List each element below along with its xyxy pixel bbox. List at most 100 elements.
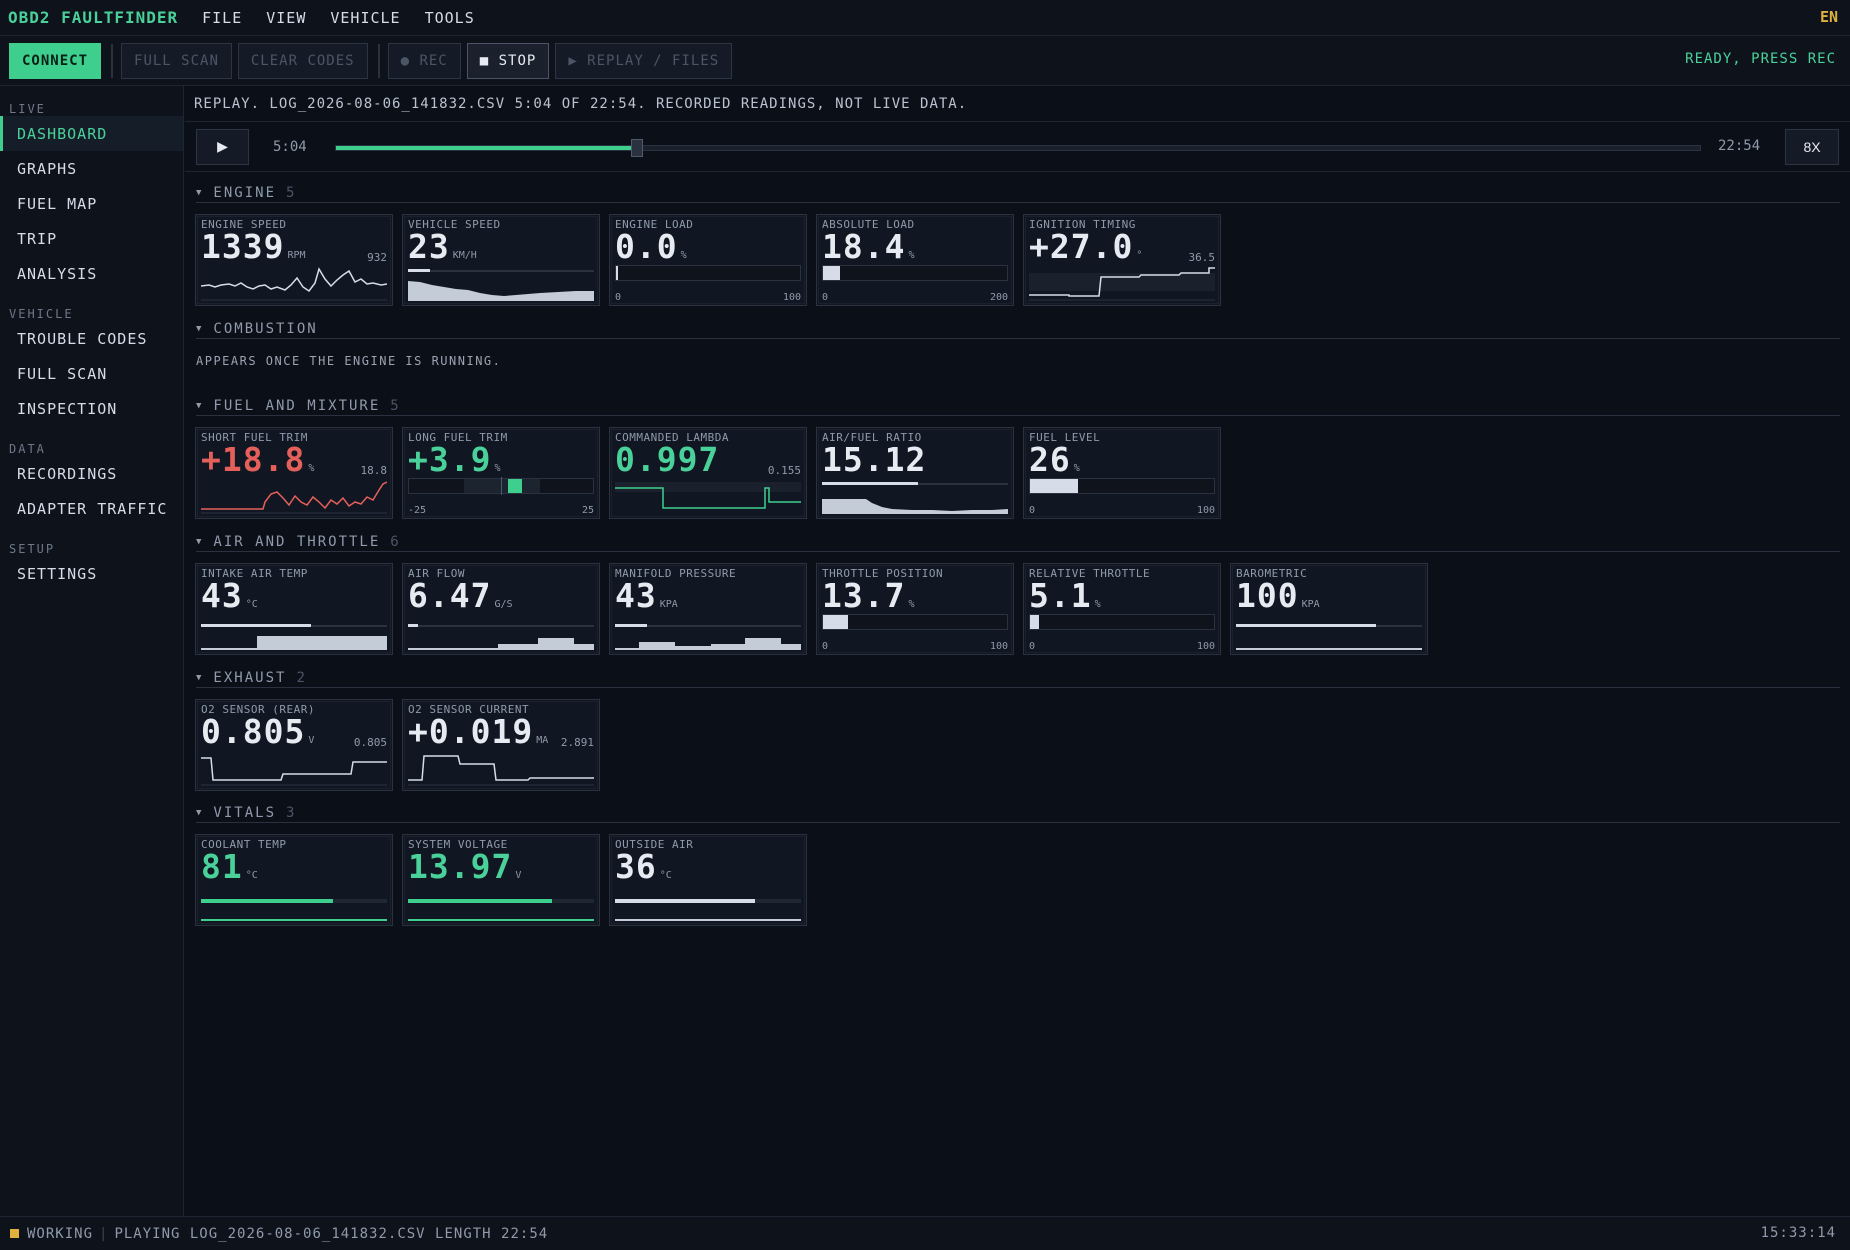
absolute-load-bar (822, 265, 1008, 281)
sidebar: LIVE DASHBOARD GRAPHS FUEL MAP TRIP ANAL… (0, 86, 184, 1216)
engine-load-bar (615, 265, 801, 281)
card-range: 0 100 (615, 292, 801, 303)
card-barometric[interactable]: BAROMETRIC 100 KPA (1230, 563, 1428, 655)
card-engine-load[interactable]: ENGINE LOAD 0.0% 0 100 (609, 214, 807, 306)
section-count: 6 (390, 533, 401, 550)
short-fuel-trim-sparkline (201, 481, 387, 514)
section-exhaust[interactable]: ▼ EXHAUST 2 (196, 668, 1840, 688)
card-o2-sensor-current[interactable]: O2 SENSOR CURRENT +0.019 MA 2.891 (402, 699, 600, 791)
card-peak: 18.8 (360, 464, 388, 477)
card-long-fuel-trim[interactable]: LONG FUEL TRIM +3.9% -25 25 (402, 427, 600, 519)
card-value: 13.97 V (408, 847, 522, 886)
air-flow-histogram (408, 624, 594, 650)
status-state: WORKING (27, 1225, 94, 1242)
toolbar: CONNECT FULL SCAN CLEAR CODES ● REC ■ ST… (0, 36, 1850, 86)
sidebar-item-settings[interactable]: SETTINGS (0, 556, 183, 591)
section-title: EXHAUST (213, 669, 287, 686)
replay-files-button[interactable]: ▶ REPLAY / FILES (555, 42, 733, 79)
card-peak: 36.5 (1188, 251, 1216, 264)
chevron-down-icon: ▼ (196, 536, 204, 547)
manifold-pressure-histogram (615, 624, 801, 650)
menu-view[interactable]: VIEW (266, 9, 306, 27)
sidebar-item-recordings[interactable]: RECORDINGS (0, 456, 183, 491)
clear-codes-button[interactable]: CLEAR CODES (237, 42, 368, 79)
rec-button[interactable]: ● REC (387, 42, 461, 79)
status-clock: 15:33:14 (1760, 1225, 1836, 1241)
engine-speed-sparkline (201, 267, 387, 301)
card-relative-throttle[interactable]: RELATIVE THROTTLE 5.1% 0 100 (1023, 563, 1221, 655)
sidebar-item-inspection[interactable]: INSPECTION (0, 391, 183, 426)
menu-vehicle[interactable]: VEHICLE (330, 9, 400, 27)
card-air-fuel-ratio[interactable]: AIR/FUEL RATIO 15.12 (816, 427, 1014, 519)
play-icon: ▶ (217, 138, 228, 154)
sidebar-item-fuel-map[interactable]: FUEL MAP (0, 186, 183, 221)
menu-tools[interactable]: TOOLS (425, 9, 475, 27)
card-commanded-lambda[interactable]: COMMANDED LAMBDA 0.997 0.155 (609, 427, 807, 519)
connect-button[interactable]: CONNECT (9, 42, 102, 79)
section-count: 5 (286, 184, 297, 201)
sidebar-item-graphs[interactable]: GRAPHS (0, 151, 183, 186)
card-short-fuel-trim[interactable]: SHORT FUEL TRIM +18.8% 18.8 (195, 427, 393, 519)
status-indicator-icon (10, 1229, 19, 1238)
chevron-down-icon: ▼ (196, 187, 204, 198)
long-fuel-trim-bar (408, 477, 594, 495)
throttle-position-bar (822, 614, 1008, 630)
sidebar-item-trip[interactable]: TRIP (0, 221, 183, 256)
chevron-down-icon: ▼ (196, 400, 204, 411)
section-title: FUEL AND MIXTURE (213, 397, 381, 414)
card-intake-air-temp[interactable]: INTAKE AIR TEMP 43 °C (195, 563, 393, 655)
replay-position: 5:04 (273, 138, 307, 155)
full-scan-button[interactable]: FULL SCAN (121, 42, 232, 79)
barometric-histogram (1236, 624, 1422, 650)
card-air-flow[interactable]: AIR FLOW 6.47 G/S (402, 563, 600, 655)
card-fuel-level[interactable]: FUEL LEVEL 26% 0 100 (1023, 427, 1221, 519)
combustion-note: APPEARS ONCE THE ENGINE IS RUNNING. (196, 354, 502, 368)
replay-speed-button[interactable]: 8X (1785, 129, 1839, 165)
section-count: 2 (296, 669, 307, 686)
card-ignition-timing[interactable]: IGNITION TIMING +27.0 ° 36.5 (1023, 214, 1221, 306)
sidebar-item-trouble-codes[interactable]: TROUBLE CODES (0, 321, 183, 356)
replay-scrubber[interactable] (335, 139, 1701, 157)
card-engine-speed[interactable]: ENGINE SPEED 1339 RPM 932 (195, 214, 393, 306)
card-peak: 2.891 (560, 736, 594, 749)
sidebar-item-analysis[interactable]: ANALYSIS (0, 256, 183, 291)
card-o2-sensor-rear[interactable]: O2 SENSOR (REAR) 0.805 V 0.805 (195, 699, 393, 791)
app-title: OBD2 FAULTFINDER (8, 8, 179, 27)
section-title: VITALS (213, 804, 276, 821)
sidebar-item-full-scan[interactable]: FULL SCAN (0, 356, 183, 391)
section-count: 5 (390, 397, 401, 414)
section-fuel-and-mixture[interactable]: ▼ FUEL AND MIXTURE 5 (196, 396, 1840, 416)
intake-air-temp-histogram (201, 624, 387, 650)
section-air-and-throttle[interactable]: ▼ AIR AND THROTTLE 6 (196, 532, 1840, 552)
sidebar-heading-vehicle: VEHICLE (9, 307, 74, 321)
outside-air-gauge (615, 899, 801, 903)
sidebar-heading-live: LIVE (9, 102, 46, 116)
replay-banner: REPLAY. LOG_2026-08-06_141832.CSV 5:04 O… (185, 86, 1850, 122)
card-outside-air[interactable]: OUTSIDE AIR 36 °C (609, 834, 807, 926)
sidebar-heading-data: DATA (9, 442, 46, 456)
card-system-voltage[interactable]: SYSTEM VOLTAGE 13.97 V (402, 834, 600, 926)
replay-scrubber-handle[interactable] (631, 139, 644, 157)
language-toggle[interactable]: EN (1820, 8, 1838, 26)
section-engine[interactable]: ▼ ENGINE 5 (196, 183, 1840, 203)
toolbar-divider (377, 43, 380, 78)
menu-file[interactable]: FILE (202, 9, 242, 27)
card-range: -25 25 (408, 505, 594, 516)
sidebar-item-dashboard[interactable]: DASHBOARD (0, 116, 183, 151)
section-combustion[interactable]: ▼ COMBUSTION (196, 319, 1840, 339)
o2-current-sparkline (408, 755, 594, 786)
card-vehicle-speed[interactable]: VEHICLE SPEED 23 KM/H (402, 214, 600, 306)
sidebar-item-adapter-traffic[interactable]: ADAPTER TRAFFIC (0, 491, 183, 526)
o2-rear-sparkline (201, 757, 387, 786)
card-peak: 0.155 (767, 464, 801, 477)
sidebar-heading-setup: SETUP (9, 542, 56, 556)
card-absolute-load[interactable]: ABSOLUTE LOAD 18.4% 0 200 (816, 214, 1014, 306)
stop-button[interactable]: ■ STOP (466, 42, 550, 79)
system-voltage-baseline (408, 919, 594, 921)
section-vitals[interactable]: ▼ VITALS 3 (196, 803, 1840, 823)
play-button[interactable]: ▶ (196, 128, 249, 165)
card-manifold-pressure[interactable]: MANIFOLD PRESSURE 43 KPA (609, 563, 807, 655)
status-divider: | (99, 1225, 109, 1242)
card-coolant-temp[interactable]: COOLANT TEMP 81 °C (195, 834, 393, 926)
card-throttle-position[interactable]: THROTTLE POSITION 13.7% 0 100 (816, 563, 1014, 655)
